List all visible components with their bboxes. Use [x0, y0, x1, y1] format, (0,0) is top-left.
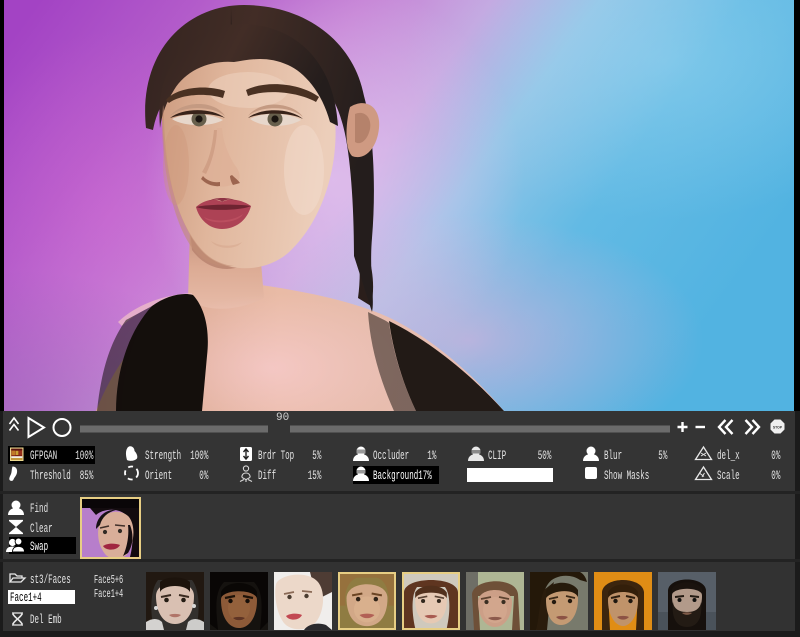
svg-text:STOP: STOP	[773, 426, 783, 430]
